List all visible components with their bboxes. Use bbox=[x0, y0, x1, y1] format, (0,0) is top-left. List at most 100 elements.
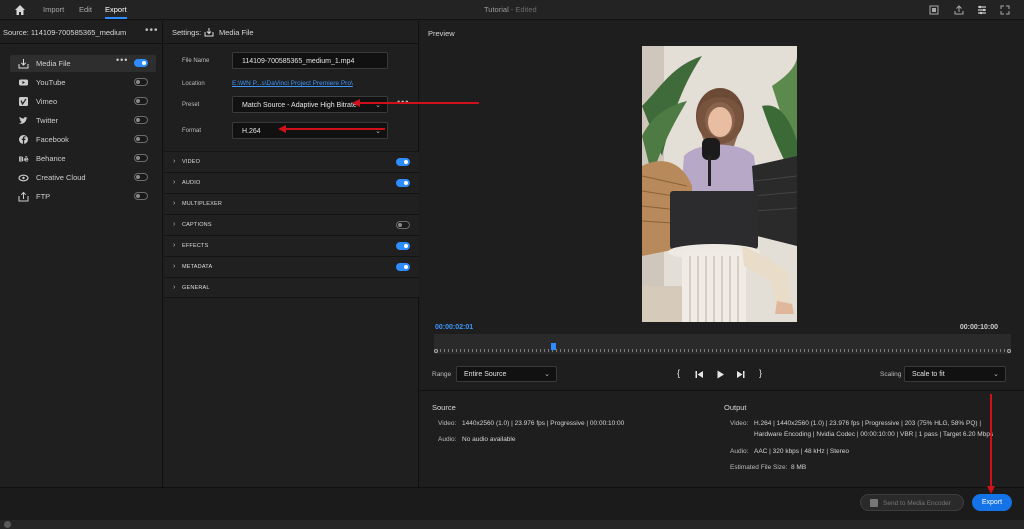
source-video-value: 1440x2560 (1.0) | 23.976 fps | Progressi… bbox=[462, 420, 625, 427]
preset-value: Match Source - Adaptive High Bitrate bbox=[242, 102, 357, 109]
quick-export-icon[interactable] bbox=[928, 4, 940, 16]
destination-toggle-creative-cloud[interactable] bbox=[134, 173, 148, 181]
export-button[interactable]: Export bbox=[972, 494, 1012, 511]
home-icon[interactable] bbox=[14, 4, 26, 16]
fullscreen-icon[interactable] bbox=[999, 4, 1011, 16]
send-to-media-encoder-button[interactable]: Send to Media Encoder bbox=[860, 494, 964, 511]
location-link[interactable]: E:\WN P...s\DaVinci Project Premiere Pro… bbox=[232, 80, 353, 87]
active-tab-indicator bbox=[105, 17, 127, 19]
facebook-icon bbox=[19, 135, 28, 144]
ftp-icon bbox=[18, 191, 29, 202]
section-label: GENERAL bbox=[182, 285, 210, 291]
settings-panel: Settings: Media File File Name 114109-70… bbox=[164, 21, 419, 487]
chevron-down-icon: ⌄ bbox=[375, 128, 381, 135]
destination-label: Behance bbox=[36, 154, 66, 163]
destination-behance[interactable]: Bē Behance bbox=[10, 150, 156, 167]
scaling-dropdown[interactable]: Scale to fit ⌄ bbox=[904, 366, 1006, 382]
creative-cloud-icon bbox=[18, 174, 29, 182]
location-label: Location bbox=[182, 81, 205, 87]
section-toggle-captions[interactable] bbox=[396, 221, 410, 229]
section-general[interactable]: › GENERAL bbox=[164, 277, 419, 298]
preset-dropdown[interactable]: Match Source - Adaptive High Bitrate ⌄ bbox=[232, 96, 388, 113]
preset-more-icon[interactable]: ••• bbox=[397, 97, 409, 107]
destination-more-icon[interactable]: ••• bbox=[116, 55, 128, 65]
chevron-down-icon: ⌄ bbox=[375, 102, 381, 109]
destination-toggle-media-file[interactable] bbox=[134, 59, 148, 67]
chevron-right-icon: › bbox=[173, 284, 176, 291]
format-dropdown[interactable]: H.264 ⌄ bbox=[232, 122, 388, 139]
youtube-icon bbox=[19, 79, 28, 86]
timeline-scrubber[interactable] bbox=[434, 334, 1011, 354]
output-audio-value: AAC | 320 kbps | 48 kHz | Stereo bbox=[754, 448, 850, 455]
destination-label: Creative Cloud bbox=[36, 173, 86, 182]
current-timecode[interactable]: 00:00:02:01 bbox=[435, 324, 473, 331]
tab-import[interactable]: Import bbox=[43, 5, 64, 14]
destination-toggle-youtube[interactable] bbox=[134, 78, 148, 86]
destination-toggle-ftp[interactable] bbox=[134, 192, 148, 200]
end-timecode: 00:00:10:00 bbox=[959, 324, 998, 331]
share-icon[interactable] bbox=[953, 4, 965, 16]
chevron-down-icon: ⌄ bbox=[993, 371, 999, 378]
set-in-icon[interactable]: { bbox=[677, 368, 680, 378]
section-effects[interactable]: › EFFECTS bbox=[164, 235, 419, 256]
section-toggle-effects[interactable] bbox=[396, 242, 410, 250]
settings-target: Media File bbox=[219, 28, 254, 37]
bottom-bar: Send to Media Encoder Export bbox=[0, 487, 1024, 520]
tab-export[interactable]: Export bbox=[105, 5, 127, 14]
tab-edit[interactable]: Edit bbox=[79, 5, 92, 14]
section-metadata[interactable]: › METADATA bbox=[164, 256, 419, 277]
scaling-value: Scale to fit bbox=[912, 371, 945, 378]
workspace-settings-icon[interactable] bbox=[976, 4, 988, 16]
output-summary-heading: Output bbox=[724, 403, 747, 412]
step-back-icon[interactable] bbox=[695, 370, 704, 379]
preview-panel: Preview 00:00:02:01 00:00:10:00 Range En… bbox=[420, 21, 1024, 397]
step-forward-icon[interactable] bbox=[736, 370, 745, 379]
section-captions[interactable]: › CAPTIONS bbox=[164, 214, 419, 235]
section-video[interactable]: › VIDEO bbox=[164, 151, 419, 172]
media-encoder-icon bbox=[870, 499, 878, 507]
set-out-icon[interactable]: } bbox=[759, 368, 762, 378]
source-audio-value: No audio available bbox=[462, 436, 516, 443]
source-more-icon[interactable]: ••• bbox=[145, 25, 159, 36]
play-icon[interactable] bbox=[716, 370, 725, 379]
send-to-media-encoder-label: Send to Media Encoder bbox=[883, 500, 951, 507]
destination-toggle-vimeo[interactable] bbox=[134, 97, 148, 105]
destination-twitter[interactable]: Twitter bbox=[10, 112, 156, 129]
destination-vimeo[interactable]: Vimeo bbox=[10, 93, 156, 110]
chevron-right-icon: › bbox=[173, 158, 176, 165]
chevron-right-icon: › bbox=[173, 263, 176, 270]
destination-youtube[interactable]: YouTube bbox=[10, 74, 156, 91]
range-value: Entire Source bbox=[464, 371, 507, 378]
section-toggle-video[interactable] bbox=[396, 158, 410, 166]
in-point-handle[interactable] bbox=[434, 349, 438, 353]
destination-toggle-twitter[interactable] bbox=[134, 116, 148, 124]
output-audio-label: Audio: bbox=[730, 448, 749, 455]
section-toggle-audio[interactable] bbox=[396, 179, 410, 187]
destination-creative-cloud[interactable]: Creative Cloud bbox=[10, 169, 156, 186]
section-label: METADATA bbox=[182, 264, 213, 270]
file-name-field[interactable]: 114109-700585365_medium_1.mp4 bbox=[232, 52, 388, 69]
playhead[interactable] bbox=[551, 343, 556, 350]
svg-text:Bē: Bē bbox=[19, 156, 29, 164]
range-dropdown[interactable]: Entire Source ⌄ bbox=[456, 366, 557, 382]
section-toggle-metadata[interactable] bbox=[396, 263, 410, 271]
source-summary-heading: Source bbox=[432, 403, 456, 412]
destination-facebook[interactable]: Facebook bbox=[10, 131, 156, 148]
status-indicator-icon bbox=[4, 521, 11, 528]
project-name: Tutorial bbox=[484, 5, 509, 14]
output-video-value-2: Hardware Encoding | Nvidia Codec | 00:00… bbox=[754, 431, 994, 438]
section-audio[interactable]: › AUDIO bbox=[164, 172, 419, 193]
timeline-ticks bbox=[440, 349, 1005, 352]
preset-label: Preset bbox=[182, 102, 200, 108]
vimeo-icon bbox=[19, 97, 28, 106]
format-value: H.264 bbox=[242, 128, 261, 135]
section-multiplexer[interactable]: › MULTIPLEXER bbox=[164, 193, 419, 214]
destination-toggle-facebook[interactable] bbox=[134, 135, 148, 143]
out-point-handle[interactable] bbox=[1007, 349, 1011, 353]
destination-label: Vimeo bbox=[36, 97, 58, 106]
chevron-right-icon: › bbox=[173, 221, 176, 228]
destination-ftp[interactable]: FTP bbox=[10, 188, 156, 205]
destination-toggle-behance[interactable] bbox=[134, 154, 148, 162]
estimated-size-label: Estimated File Size: bbox=[730, 464, 788, 471]
destination-media-file[interactable]: Media File ••• bbox=[10, 55, 156, 72]
